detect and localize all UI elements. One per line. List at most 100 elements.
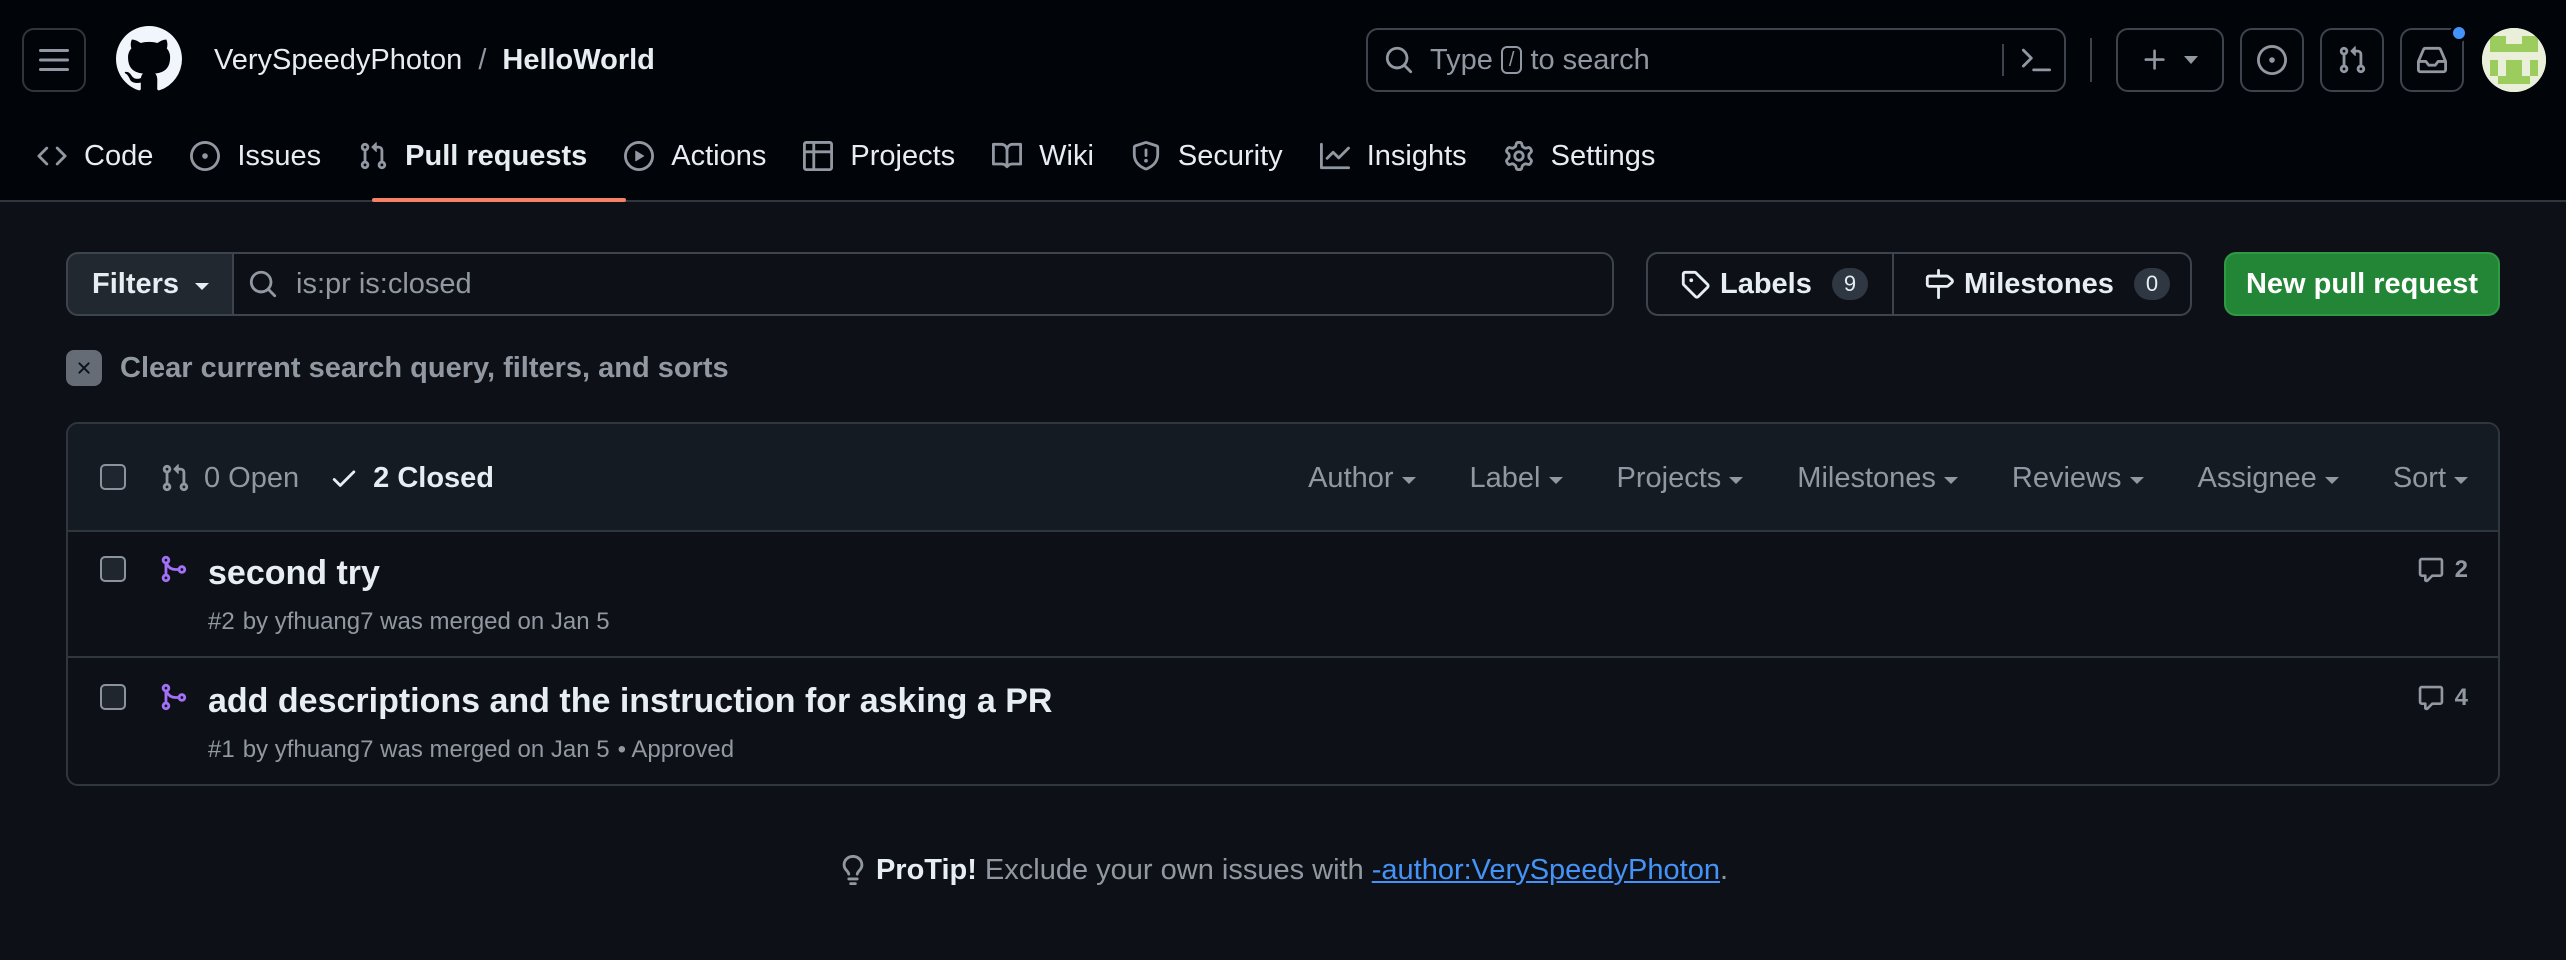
tab-issues[interactable]: Issues [171,130,339,182]
clear-filters-link[interactable]: Clear current search query, filters, and… [66,348,729,388]
labels-button[interactable]: Labels 9 [1646,252,1894,316]
identicon-icon [2482,28,2546,92]
tab-wiki[interactable]: Wiki [973,130,1112,182]
protip-end: . [1719,853,1729,886]
row-checkbox[interactable] [100,684,126,710]
comment-icon [2418,557,2443,583]
tab-actions[interactable]: Actions [605,130,784,182]
search-placeholder: Type / to search [1430,44,1650,77]
author-filter-label: Author [1308,461,1394,494]
pr-number: #1 [208,736,235,763]
label-filter-label: Label [1469,461,1541,494]
tab-code-label: Code [84,139,154,172]
tab-issues-label: Issues [237,139,322,172]
projects-filter-label: Projects [1616,461,1722,494]
inbox-icon [2417,46,2447,74]
your-pull-requests-button[interactable] [2320,28,2384,92]
tab-insights[interactable]: Insights [1301,130,1485,182]
breadcrumb-owner-link[interactable]: VerySpeedyPhoton [214,40,462,80]
tab-projects-label: Projects [850,139,956,172]
author-filter-menu[interactable]: Author [1308,461,1416,495]
chevron-down-icon [2454,476,2468,484]
pr-merged-info: by yfhuang7 was merged on Jan 5 [242,608,610,635]
pull-request-list: 0 Open 2 Closed Author Label Projects Mi… [66,422,2500,786]
filters-dropdown-button[interactable]: Filters [66,252,234,316]
protip-lead: ProTip! [875,853,977,886]
tab-security[interactable]: Security [1112,130,1301,182]
git-merge-icon [161,555,187,583]
protip: ProTip! Exclude your own issues with -au… [0,848,2566,892]
hamburger-menu-button[interactable] [22,28,86,92]
state-toggles: 0 Open 2 Closed [160,456,494,500]
milestones-button[interactable]: Milestones 0 [1892,252,2192,316]
tab-security-label: Security [1177,139,1283,172]
avatar[interactable] [2482,28,2546,92]
sort-menu[interactable]: Sort [2393,462,2468,495]
closed-filter-link[interactable]: 2 Closed [329,462,494,495]
assignee-filter-menu[interactable]: Assignee [2198,462,2339,495]
table-row: second try #2 by yfhuang7 was merged on … [68,532,2498,658]
projects-filter-menu[interactable]: Projects [1617,462,1744,495]
filters-label: Filters [92,267,180,300]
tab-settings[interactable]: Settings [1485,130,1674,182]
pr-meta: #1 by yfhuang7 was merged on Jan 5 • App… [208,736,734,764]
pr-number: #2 [208,608,235,635]
github-logo-icon[interactable] [116,26,182,92]
git-merge-icon [161,683,187,711]
command-palette-button[interactable] [2016,40,2056,80]
pr-meta: #2 by yfhuang7 was merged on Jan 5 [208,608,610,636]
label-filter-menu[interactable]: Label [1470,462,1563,495]
table-icon [802,140,834,172]
search-placeholder-suffix: to search [1530,43,1650,76]
tab-wiki-label: Wiki [1039,139,1094,172]
pr-title-link[interactable]: add descriptions and the instruction for… [208,680,1052,722]
search-divider [2002,44,2004,76]
unread-notification-dot [2450,24,2468,42]
filter-search-input[interactable]: is:pr is:closed [232,252,1614,316]
select-all-checkbox[interactable] [100,464,126,490]
open-filter-link[interactable]: 0 Open [160,462,299,495]
your-issues-button[interactable] [2240,28,2304,92]
comment-count: 4 [2454,684,2468,711]
issue-opened-icon [2257,45,2287,75]
chevron-down-icon [2324,476,2339,484]
shield-icon [1130,140,1162,172]
comments-link[interactable]: 4 [2417,684,2468,712]
search-icon [1385,46,1413,74]
milestone-icon [1925,269,1954,299]
tab-settings-label: Settings [1550,139,1656,172]
milestones-filter-label: Milestones [1797,461,1936,494]
pr-review-status[interactable]: • Approved [618,736,734,764]
chevron-down-icon [1943,476,1958,484]
comment-count: 2 [2454,556,2468,583]
protip-link[interactable]: -author:VerySpeedyPhoton [1372,854,1720,887]
protip-text: Exclude your own issues with [984,853,1364,886]
tab-pull-requests[interactable]: Pull requests [339,130,605,182]
reviews-filter-menu[interactable]: Reviews [2012,462,2144,495]
chevron-down-icon [2129,476,2144,484]
tab-insights-label: Insights [1366,139,1467,172]
sort-label: Sort [2392,461,2446,494]
comments-link[interactable]: 2 [2417,556,2468,584]
chevron-down-icon [1729,476,1744,484]
global-search-input[interactable]: Type / to search [1366,28,2066,92]
selected-tab-underline [372,198,626,202]
labels-count-badge: 9 [1831,268,1869,300]
chevron-down-icon [1548,476,1563,484]
breadcrumb-separator: / [478,44,487,76]
pr-merged-info: by yfhuang7 was merged on Jan 5 [242,736,610,763]
milestones-filter-menu[interactable]: Milestones [1797,462,1958,495]
breadcrumb-repo-link[interactable]: HelloWorld [502,40,655,80]
pr-title-link[interactable]: second try [208,552,380,594]
light-bulb-icon [842,855,864,885]
tab-projects[interactable]: Projects [784,130,973,182]
reviews-filter-label: Reviews [2011,461,2122,494]
chevron-down-icon [2184,56,2198,64]
row-checkbox[interactable] [100,556,126,582]
create-new-button[interactable] [2116,28,2224,92]
play-icon [623,140,655,172]
tab-code[interactable]: Code [36,130,171,182]
new-pull-request-button[interactable]: New pull request [2224,252,2500,316]
search-shortcut-key: / [1500,46,1523,74]
filter-query-value: is:pr is:closed [296,267,472,300]
